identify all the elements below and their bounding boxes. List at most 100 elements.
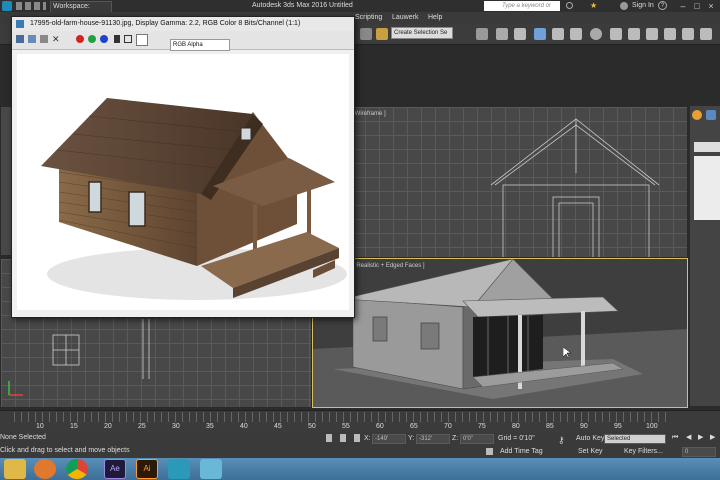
3ds-max-taskbar-icon[interactable] xyxy=(168,459,190,479)
command-panel xyxy=(690,106,720,406)
viewport-label[interactable]: [Wireframe ] xyxy=(353,111,386,117)
z-coordinate-field[interactable]: 0'0" xyxy=(460,434,494,444)
explorer-taskbar-icon[interactable] xyxy=(4,459,26,479)
key-icon[interactable]: ⚷ xyxy=(558,436,565,445)
green-channel-icon[interactable] xyxy=(88,35,96,43)
x-label: X: xyxy=(364,435,371,442)
key-mode-dropdown[interactable]: Selected xyxy=(604,434,666,444)
clone-window-icon[interactable] xyxy=(40,35,48,43)
add-time-tag-button[interactable]: Add Time Tag xyxy=(500,448,543,455)
viewport-perspective[interactable]: [ Realistic + Edged Faces ] xyxy=(312,258,688,408)
time-tag-icon[interactable] xyxy=(486,448,493,455)
monochrome-icon[interactable] xyxy=(114,35,120,43)
play-icon[interactable]: ▶ xyxy=(698,434,703,442)
media-player-taskbar-icon[interactable] xyxy=(34,459,56,479)
red-channel-icon[interactable] xyxy=(76,35,84,43)
illustrator-taskbar-icon[interactable]: Ai xyxy=(136,459,158,479)
tick-label: 35 xyxy=(206,423,214,430)
key-filters-button[interactable]: Key Filters... xyxy=(624,448,663,455)
tick-label: 80 xyxy=(512,423,520,430)
menu-item-help[interactable]: Help xyxy=(428,14,442,21)
search-icon[interactable] xyxy=(566,2,573,9)
save-image-icon[interactable] xyxy=(16,35,24,43)
menu-item-scripting[interactable]: Scripting xyxy=(355,14,382,21)
align-icon[interactable] xyxy=(496,28,508,40)
render-icon[interactable] xyxy=(646,28,658,40)
mouse-cursor-icon xyxy=(563,347,571,359)
blue-channel-icon[interactable] xyxy=(100,35,108,43)
alpha-channel-icon[interactable] xyxy=(124,35,132,43)
timeline[interactable]: 10 15 20 25 30 35 40 45 50 55 60 65 70 7… xyxy=(0,410,720,433)
favorites-icon[interactable]: ★ xyxy=(590,2,597,10)
tick-label: 55 xyxy=(342,423,350,430)
selection-set-dropdown[interactable]: Create Selection Se xyxy=(391,27,453,39)
help-icon[interactable]: ? xyxy=(658,1,667,10)
tick-label: 85 xyxy=(546,423,554,430)
tick-label: 40 xyxy=(240,423,248,430)
modify-tab-icon[interactable] xyxy=(706,110,716,120)
after-effects-taskbar-icon[interactable]: Ae xyxy=(104,459,126,479)
selection-status: None Selected xyxy=(0,434,46,441)
move-icon[interactable] xyxy=(360,28,372,40)
layer-icon[interactable] xyxy=(514,28,526,40)
quick-access-icons[interactable] xyxy=(16,2,46,10)
copy-image-icon[interactable] xyxy=(28,35,36,43)
background-swatch[interactable] xyxy=(136,34,148,46)
tick-label: 75 xyxy=(478,423,486,430)
user-icon[interactable] xyxy=(620,2,628,10)
more-tools-icon[interactable] xyxy=(700,28,712,40)
set-key-button[interactable]: Set Key xyxy=(578,448,603,455)
3ds-max-secondary-taskbar-icon[interactable] xyxy=(200,459,222,479)
lock-selection-icon[interactable] xyxy=(326,434,332,442)
clear-image-icon[interactable]: ✕ xyxy=(52,34,60,44)
timeline-ruler[interactable] xyxy=(14,412,666,422)
close-button[interactable]: × xyxy=(704,0,718,12)
image-window-title: 17995-old-farm-house-91130.jpg, Display … xyxy=(12,17,354,31)
y-label: Y: xyxy=(408,435,415,442)
material-editor-icon[interactable] xyxy=(590,28,602,40)
house-3d-model xyxy=(313,259,687,407)
tick-label: 100 xyxy=(646,423,658,430)
rendered-frame-icon[interactable] xyxy=(628,28,640,40)
curve-editor-icon[interactable] xyxy=(552,28,564,40)
x-coordinate-field[interactable]: -149' xyxy=(372,434,406,444)
modifier-stack[interactable] xyxy=(694,156,720,220)
status-bar: None Selected Click and drag to select a… xyxy=(0,432,720,458)
chrome-taskbar-icon[interactable] xyxy=(66,459,88,479)
channel-dropdown[interactable]: RGB Alpha xyxy=(170,39,230,51)
absolute-mode-icon[interactable] xyxy=(354,434,360,442)
scene-explorer-icon[interactable] xyxy=(534,28,546,40)
modifier-list-box[interactable] xyxy=(694,142,720,152)
minimize-button[interactable]: – xyxy=(676,0,690,12)
tick-label: 70 xyxy=(444,423,452,430)
prev-frame-icon[interactable]: ◀ xyxy=(686,434,691,442)
next-frame-icon[interactable]: ▶ xyxy=(710,434,715,442)
max-logo-icon[interactable] xyxy=(2,1,12,11)
render-production-icon[interactable] xyxy=(664,28,676,40)
create-tab-icon[interactable] xyxy=(692,110,702,120)
tick-label: 30 xyxy=(172,423,180,430)
mirror-icon[interactable] xyxy=(476,28,488,40)
search-input[interactable]: Type a keyword or phrase xyxy=(484,1,560,19)
auto-key-button[interactable]: Auto Key xyxy=(576,435,604,442)
schematic-icon[interactable] xyxy=(570,28,582,40)
prompt-line: Click and drag to select and move object… xyxy=(0,447,130,454)
maximize-button[interactable]: □ xyxy=(690,0,704,12)
menu-item-lauwerk[interactable]: Lauwerk xyxy=(392,14,418,21)
current-frame-field[interactable]: 0 xyxy=(682,447,716,457)
title-bar: Workspace: Default Autodesk 3ds Max 2016… xyxy=(0,0,720,20)
viewport-top-right[interactable]: [Wireframe ] xyxy=(350,106,688,258)
render-setup-icon[interactable] xyxy=(610,28,622,40)
tick-label: 15 xyxy=(70,423,78,430)
goto-start-icon[interactable]: ⏮ xyxy=(672,434,678,442)
tick-label: 25 xyxy=(138,423,146,430)
tick-label: 60 xyxy=(376,423,384,430)
panel-toggle-icon[interactable] xyxy=(682,28,694,40)
y-coordinate-field[interactable]: -312' xyxy=(416,434,450,444)
sign-in-link[interactable]: Sign In xyxy=(632,1,654,11)
tick-label: 90 xyxy=(580,423,588,430)
isolate-icon[interactable] xyxy=(340,434,346,442)
image-viewer-window[interactable]: 17995-old-farm-house-91130.jpg, Display … xyxy=(11,16,355,318)
rotate-icon[interactable] xyxy=(376,28,388,40)
image-window-icon xyxy=(16,20,24,28)
